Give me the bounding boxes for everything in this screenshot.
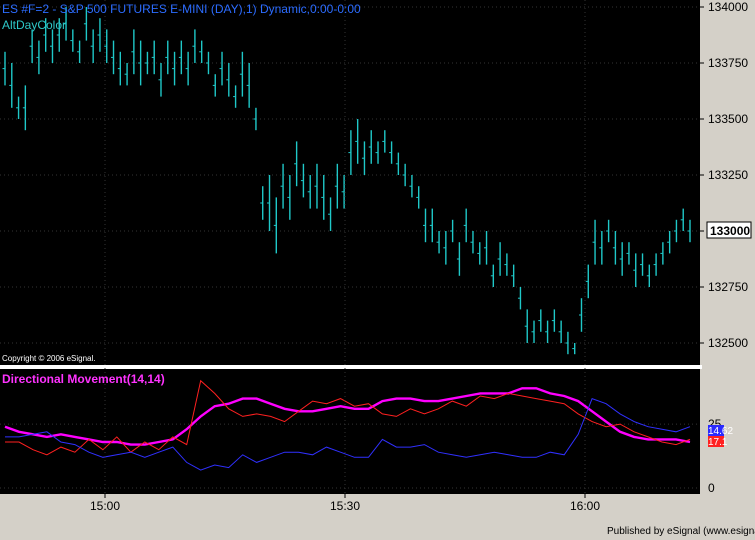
price-tick-label: 133500 bbox=[708, 112, 748, 126]
indicator-panel bbox=[0, 369, 700, 494]
price-chart-subtitle: AltDayColor bbox=[2, 18, 66, 32]
copyright-text: Copyright © 2006 eSignal. bbox=[2, 354, 96, 363]
price-chart-title: ES #F=2 - S&P 500 FUTURES E-MINI (DAY),1… bbox=[2, 2, 361, 16]
price-tick-label: 133250 bbox=[708, 168, 748, 182]
price-tick-label: 134000 bbox=[708, 0, 748, 14]
price-tick-label: 132750 bbox=[708, 280, 748, 294]
price-tick-label: 132500 bbox=[708, 336, 748, 350]
time-tick-label: 16:00 bbox=[570, 499, 600, 513]
price-tick-label: 133750 bbox=[708, 56, 748, 70]
price-panel bbox=[0, 0, 700, 367]
indicator-title: Directional Movement(14,14) bbox=[2, 372, 165, 386]
publisher-footer: Published by eSignal (www.esignal.com) bbox=[607, 526, 755, 537]
last-price-marker: 133000 bbox=[706, 221, 752, 239]
time-tick-label: 15:30 bbox=[330, 499, 360, 513]
indicator-tick-label: 0 bbox=[708, 481, 715, 495]
time-tick-label: 15:00 bbox=[90, 499, 120, 513]
esignal-chart: 134000133750133500133250132750132500 250… bbox=[0, 0, 755, 540]
value-label-blue: 14.62 bbox=[708, 426, 733, 437]
last-price-label: 133000 bbox=[710, 224, 750, 238]
value-label-red: 17.1 bbox=[708, 437, 728, 448]
